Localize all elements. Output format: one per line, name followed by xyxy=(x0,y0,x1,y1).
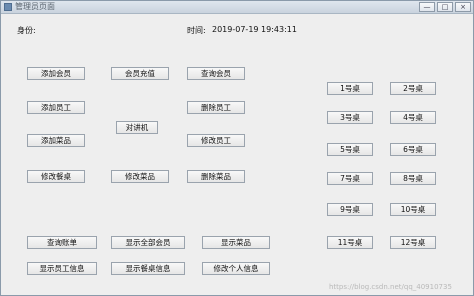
query-member-button[interactable]: 查询会员 xyxy=(187,67,245,80)
delete-dish-button[interactable]: 删除菜品 xyxy=(187,170,245,183)
watermark: https://blog.csdn.net/qq_40910735 xyxy=(329,283,452,291)
title-bar: 管理员页面 — □ × xyxy=(1,1,473,14)
minimize-button[interactable]: — xyxy=(419,2,435,12)
modify-employee-button[interactable]: 修改员工 xyxy=(187,134,245,147)
app-icon xyxy=(4,3,12,11)
admin-window: 管理员页面 — □ × 身份: 时间: 2019-07-19 19:43:11 … xyxy=(0,0,474,296)
table-7-button[interactable]: 7号桌 xyxy=(327,172,373,185)
maximize-button[interactable]: □ xyxy=(437,2,453,12)
table-3-button[interactable]: 3号桌 xyxy=(327,111,373,124)
query-bill-button[interactable]: 查询账单 xyxy=(27,236,97,249)
table-9-button[interactable]: 9号桌 xyxy=(327,203,373,216)
add-dish-button[interactable]: 添加菜品 xyxy=(27,134,85,147)
table-10-button[interactable]: 10号桌 xyxy=(390,203,436,216)
minimize-icon: — xyxy=(423,3,431,11)
table-6-button[interactable]: 6号桌 xyxy=(390,143,436,156)
table-8-button[interactable]: 8号桌 xyxy=(390,172,436,185)
add-member-button[interactable]: 添加会员 xyxy=(27,67,85,80)
modify-personal-info-button[interactable]: 修改个人信息 xyxy=(202,262,270,275)
close-icon: × xyxy=(460,3,466,11)
table-2-button[interactable]: 2号桌 xyxy=(390,82,436,95)
show-dishes-button[interactable]: 显示菜品 xyxy=(202,236,270,249)
show-table-info-button[interactable]: 显示餐桌信息 xyxy=(111,262,185,275)
modify-table-button[interactable]: 修改餐桌 xyxy=(27,170,85,183)
show-employee-info-button[interactable]: 显示员工信息 xyxy=(27,262,97,275)
delete-employee-button[interactable]: 删除员工 xyxy=(187,101,245,114)
table-11-button[interactable]: 11号桌 xyxy=(327,236,373,249)
table-4-button[interactable]: 4号桌 xyxy=(390,111,436,124)
member-recharge-button[interactable]: 会员充值 xyxy=(111,67,169,80)
modify-dish-button[interactable]: 修改菜品 xyxy=(111,170,169,183)
intercom-button[interactable]: 对讲机 xyxy=(116,121,158,134)
table-12-button[interactable]: 12号桌 xyxy=(390,236,436,249)
identity-label: 身份: xyxy=(17,26,36,35)
window-title: 管理员页面 xyxy=(15,2,55,11)
add-employee-button[interactable]: 添加员工 xyxy=(27,101,85,114)
time-value: 2019-07-19 19:43:11 xyxy=(212,25,297,34)
time-label: 时间: xyxy=(187,26,206,35)
content-panel: 身份: 时间: 2019-07-19 19:43:11 添加会员 添加员工 添加… xyxy=(1,14,473,295)
show-all-members-button[interactable]: 显示全部会员 xyxy=(111,236,185,249)
table-5-button[interactable]: 5号桌 xyxy=(327,143,373,156)
close-button[interactable]: × xyxy=(455,2,471,12)
maximize-icon: □ xyxy=(441,3,449,11)
table-1-button[interactable]: 1号桌 xyxy=(327,82,373,95)
